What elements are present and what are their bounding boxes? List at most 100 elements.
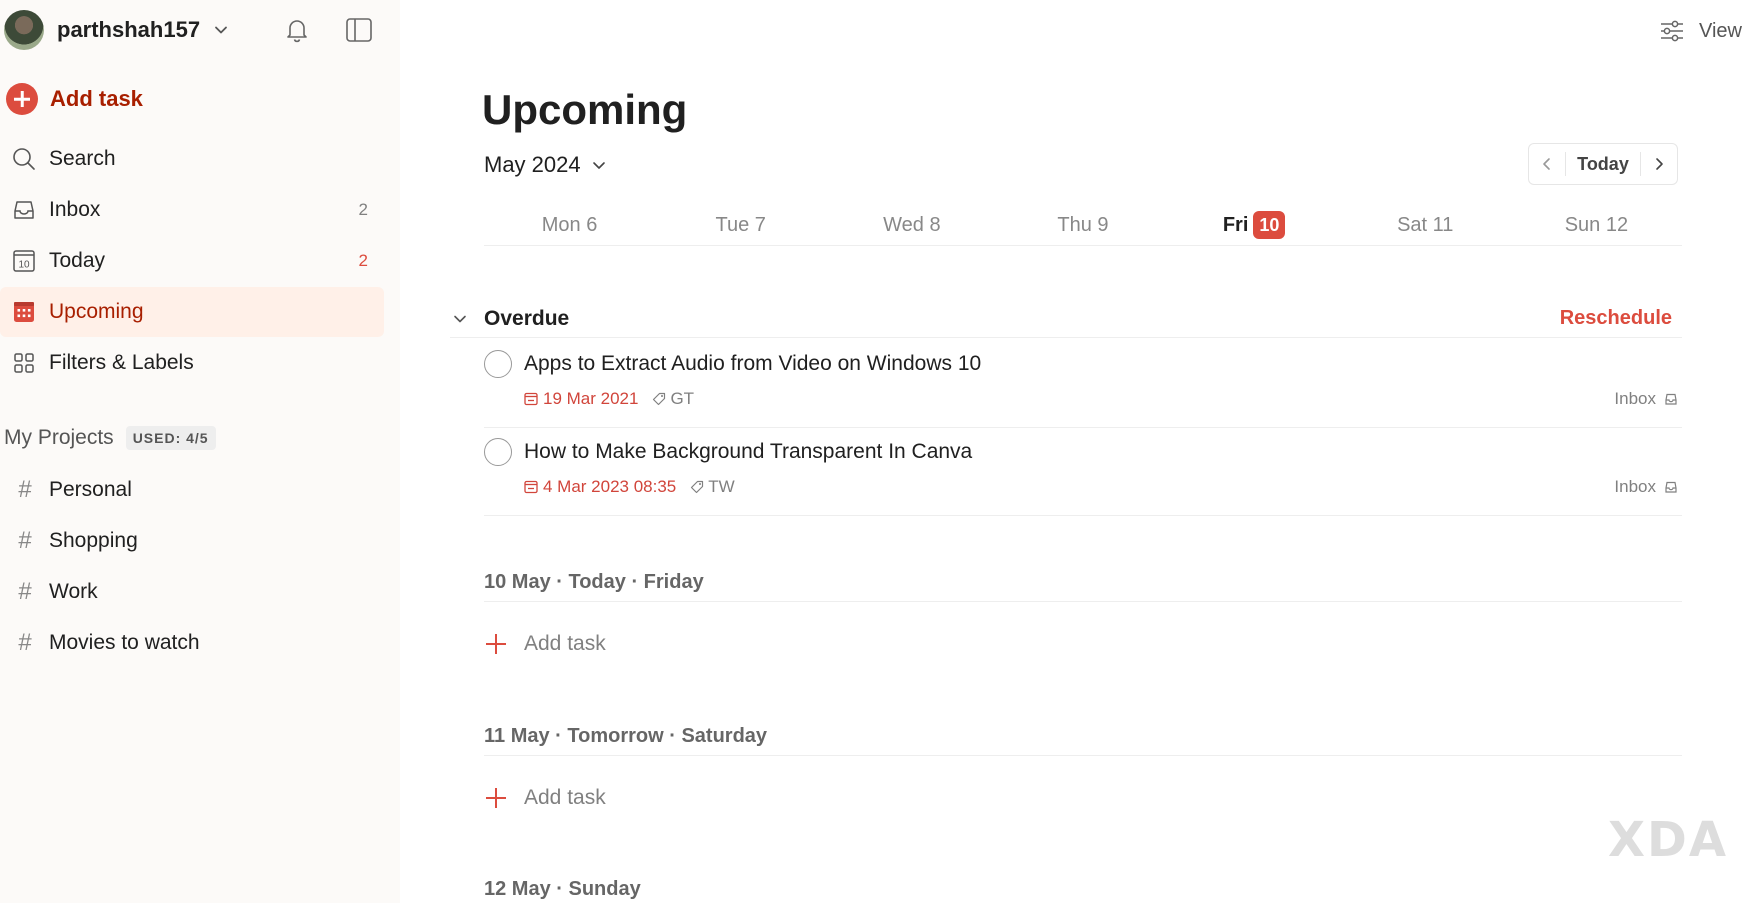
- add-task-inline-button[interactable]: Add task: [484, 626, 606, 662]
- calendar-grid-icon: [10, 298, 38, 326]
- chevron-right-icon: [1656, 158, 1663, 170]
- view-label: View: [1699, 19, 1742, 42]
- task-item[interactable]: Apps to Extract Audio from Video on Wind…: [484, 340, 1682, 428]
- add-task-button[interactable]: Add task: [6, 80, 143, 118]
- calendar-today-icon: 10: [10, 247, 38, 275]
- project-item-shopping[interactable]: # Shopping: [0, 515, 384, 566]
- date-navigation: Today: [1528, 143, 1678, 185]
- avatar[interactable]: [4, 10, 44, 50]
- day-thu-9[interactable]: Thu 9: [997, 208, 1168, 245]
- project-list: # Personal # Shopping # Work # Movies to wat…: [0, 464, 384, 668]
- sidebar-item-label: Today: [49, 249, 106, 272]
- plus-circle-icon: [6, 83, 38, 115]
- user-menu[interactable]: parthshah157: [4, 10, 230, 50]
- sidebar-item-upcoming[interactable]: Upcoming: [0, 287, 384, 337]
- day-sat-11[interactable]: Sat 11: [1340, 208, 1511, 245]
- day-section-header: 12 May · Sunday: [484, 878, 641, 900]
- inbox-count: 2: [358, 200, 368, 219]
- month-picker[interactable]: May 2024: [484, 152, 607, 178]
- hash-icon: #: [18, 577, 32, 605]
- xda-watermark: XDA: [1608, 812, 1728, 868]
- sidebar-toggle-icon[interactable]: [344, 16, 374, 44]
- task-checkbox[interactable]: [484, 438, 512, 466]
- inbox-icon: [1665, 393, 1677, 405]
- sidebar-item-inbox[interactable]: Inbox 2: [0, 185, 384, 235]
- project-label: Movies to watch: [49, 630, 200, 654]
- overdue-section-header: Overdue Reschedule: [450, 300, 1682, 338]
- sidebar-item-search[interactable]: Search: [0, 134, 384, 184]
- sidebar-item-label: Upcoming: [49, 300, 144, 323]
- hash-icon: #: [18, 475, 32, 503]
- next-week-button[interactable]: [1641, 144, 1677, 184]
- main-content: View Upcoming May 2024 Today Mon 6 Tue 7…: [400, 0, 1742, 903]
- overdue-title: Overdue: [484, 306, 570, 330]
- my-projects-header[interactable]: My Projects USED: 4/5: [4, 422, 216, 454]
- chevron-left-icon: [1543, 158, 1550, 170]
- calendar-icon: [524, 392, 538, 406]
- view-button[interactable]: View: [1659, 16, 1742, 46]
- day-tue-7[interactable]: Tue 7: [655, 208, 826, 245]
- tag-icon: [691, 480, 704, 494]
- reschedule-button[interactable]: Reschedule: [1560, 307, 1672, 330]
- task-date-text: 19 Mar 2021: [543, 389, 639, 408]
- project-item-work[interactable]: # Work: [0, 566, 384, 617]
- plus-icon: [484, 632, 508, 656]
- chevron-down-icon[interactable]: [450, 309, 470, 329]
- username[interactable]: parthshah157: [57, 17, 200, 43]
- task-label-tag[interactable]: TW: [690, 477, 735, 497]
- day-sun-12[interactable]: Sun 12: [1511, 208, 1682, 245]
- sliders-icon: [1661, 20, 1683, 42]
- day-section-header: 10 May · Today · Friday: [484, 566, 1682, 602]
- inbox-icon: [1665, 481, 1677, 493]
- day-label: Fri: [1222, 214, 1249, 236]
- bell-icon[interactable]: [283, 16, 311, 44]
- my-projects-title: My Projects: [4, 426, 114, 449]
- add-task-label: Add task: [50, 86, 143, 111]
- task-checkbox[interactable]: [484, 350, 512, 378]
- day-section-header: 11 May · Tomorrow · Saturday: [484, 720, 1682, 756]
- current-day-badge: 10: [1253, 211, 1286, 239]
- hash-icon: #: [18, 628, 32, 656]
- sidebar-nav: Search Inbox 2 10 Today 2 Upcoming Filte…: [0, 134, 384, 389]
- task-project[interactable]: Inbox: [1614, 389, 1678, 409]
- project-label: Personal: [49, 477, 132, 501]
- projects-usage-badge: USED: 4/5: [125, 426, 216, 450]
- sidebar-item-today[interactable]: 10 Today 2: [0, 236, 384, 286]
- task-title[interactable]: How to Make Background Transparent In Ca…: [524, 440, 972, 464]
- chevron-down-icon: [592, 162, 605, 169]
- previous-week-button[interactable]: [1529, 144, 1565, 184]
- task-label-tag[interactable]: GT: [652, 389, 694, 409]
- add-task-inline-label: Add task: [524, 786, 606, 809]
- project-item-movies-to-watch[interactable]: # Movies to watch: [0, 617, 384, 668]
- chevron-down-icon[interactable]: [212, 21, 230, 39]
- search-icon: [10, 145, 38, 173]
- task-item[interactable]: How to Make Background Transparent In Ca…: [484, 428, 1682, 516]
- task-due-date[interactable]: 4 Mar 2023 08:35: [524, 477, 676, 497]
- week-strip: Mon 6 Tue 7 Wed 8 Thu 9 Fri 10 Sat 11 Sun…: [484, 208, 1682, 246]
- task-project-text: Inbox: [1614, 477, 1656, 496]
- project-item-personal[interactable]: # Personal: [0, 464, 384, 515]
- plus-icon: [484, 786, 508, 810]
- task-title[interactable]: Apps to Extract Audio from Video on Wind…: [524, 352, 981, 376]
- page-title: Upcoming: [482, 86, 688, 133]
- task-project[interactable]: Inbox: [1614, 477, 1678, 497]
- today-count: 2: [358, 251, 368, 270]
- task-due-date[interactable]: 19 Mar 2021: [524, 389, 638, 409]
- sidebar: parthshah157 Add task Search Inbox 2 10 …: [0, 0, 400, 903]
- task-date-text: 4 Mar 2023 08:35: [543, 477, 677, 496]
- calendar-icon: [524, 480, 538, 494]
- month-label: May 2024: [484, 152, 581, 177]
- today-button[interactable]: Today: [1565, 152, 1641, 176]
- add-task-inline-button[interactable]: Add task: [484, 780, 606, 816]
- task-meta: 4 Mar 2023 08:35 TW: [524, 477, 735, 497]
- sidebar-item-label: Filters & Labels: [49, 351, 194, 374]
- sidebar-item-label: Inbox: [49, 198, 101, 221]
- day-wed-8[interactable]: Wed 8: [826, 208, 997, 245]
- add-task-inline-label: Add task: [524, 632, 606, 655]
- task-project-text: Inbox: [1614, 389, 1656, 408]
- project-label: Work: [49, 579, 98, 603]
- day-fri-10[interactable]: Fri 10: [1169, 208, 1340, 245]
- sidebar-item-filters-labels[interactable]: Filters & Labels: [0, 338, 384, 388]
- day-mon-6[interactable]: Mon 6: [484, 208, 655, 245]
- svg-text:10: 10: [18, 260, 30, 271]
